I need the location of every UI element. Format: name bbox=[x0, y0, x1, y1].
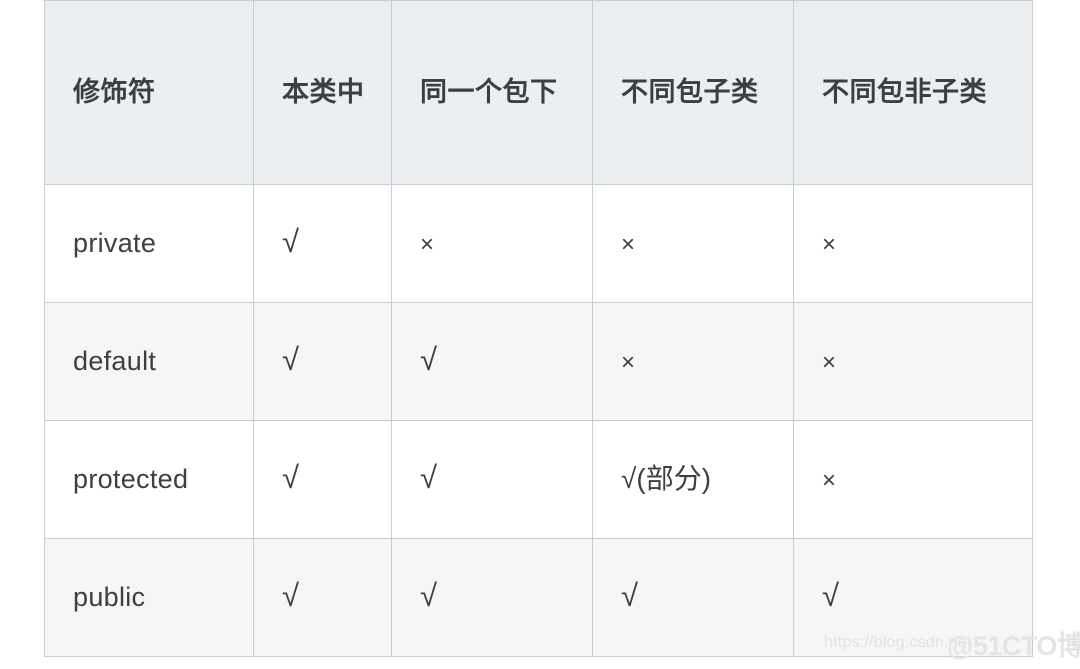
column-header-diff-package-nonsubclass: 不同包非子类 bbox=[793, 0, 1033, 185]
cell-protected-diff-package-subclass: √(部分) bbox=[592, 420, 794, 539]
cell-modifier-default: default bbox=[44, 302, 254, 421]
column-header-diff-package-nonsubclass-label: 不同包非子类 bbox=[822, 76, 987, 107]
table-header-row: 修饰符 本类中 同一个包下 不同包子类 不同包非子类 bbox=[44, 0, 1033, 185]
cell-public-diff-package-nonsubclass: √ bbox=[793, 538, 1033, 657]
table-row: protected √ √ √(部分) × bbox=[44, 420, 1033, 539]
cell-default-same-class: √ bbox=[253, 302, 392, 421]
check-mark-icon: √ bbox=[420, 341, 438, 377]
check-mark-icon: √ bbox=[282, 459, 300, 495]
column-header-same-class-label: 本类中 bbox=[282, 76, 365, 107]
column-header-diff-package-subclass-label: 不同包子类 bbox=[621, 76, 759, 107]
cross-mark-icon: × bbox=[822, 348, 837, 376]
cross-mark-icon: × bbox=[621, 230, 636, 258]
check-mark-icon: √ bbox=[282, 341, 300, 377]
cell-public-same-package: √ bbox=[391, 538, 593, 657]
check-mark-icon: √ bbox=[621, 577, 639, 613]
cell-protected-same-package: √ bbox=[391, 420, 593, 539]
column-header-same-package-label: 同一个包下 bbox=[420, 76, 558, 107]
column-header-modifier: 修饰符 bbox=[44, 0, 254, 185]
column-header-modifier-label: 修饰符 bbox=[73, 76, 156, 107]
cross-mark-icon: × bbox=[822, 230, 837, 258]
table-header: 修饰符 本类中 同一个包下 不同包子类 不同包非子类 bbox=[44, 0, 1033, 185]
cell-default-same-package: √ bbox=[391, 302, 593, 421]
cell-modifier-public: public bbox=[44, 538, 254, 657]
page-root: 修饰符 本类中 同一个包下 不同包子类 不同包非子类 private √ × ×… bbox=[0, 0, 1080, 669]
cell-private-same-package: × bbox=[391, 184, 593, 303]
cell-private-same-class: √ bbox=[253, 184, 392, 303]
access-modifier-table: 修饰符 本类中 同一个包下 不同包子类 不同包非子类 private √ × ×… bbox=[44, 0, 1033, 657]
cell-private-diff-package-nonsubclass: × bbox=[793, 184, 1033, 303]
column-header-diff-package-subclass: 不同包子类 bbox=[592, 0, 794, 185]
cell-modifier-private: private bbox=[44, 184, 254, 303]
table-row: public √ √ √ √ bbox=[44, 538, 1033, 657]
cell-public-diff-package-subclass: √ bbox=[592, 538, 794, 657]
column-header-same-package: 同一个包下 bbox=[391, 0, 593, 185]
cell-protected-same-class: √ bbox=[253, 420, 392, 539]
check-mark-icon: √ bbox=[282, 577, 300, 613]
check-mark-icon: √ bbox=[420, 459, 438, 495]
cell-modifier-protected: protected bbox=[44, 420, 254, 539]
check-mark-icon: √ bbox=[282, 223, 300, 259]
table-row: private √ × × × bbox=[44, 184, 1033, 303]
check-mark-icon: √ bbox=[420, 577, 438, 613]
table-body: private √ × × × default √ √ × × protecte… bbox=[44, 184, 1033, 657]
cross-mark-icon: × bbox=[822, 466, 837, 494]
cell-private-diff-package-subclass: × bbox=[592, 184, 794, 303]
check-mark-partial-icon: √(部分) bbox=[621, 462, 712, 494]
cell-default-diff-package-nonsubclass: × bbox=[793, 302, 1033, 421]
cell-protected-diff-package-nonsubclass: × bbox=[793, 420, 1033, 539]
cell-default-diff-package-subclass: × bbox=[592, 302, 794, 421]
cross-mark-icon: × bbox=[420, 230, 435, 258]
cross-mark-icon: × bbox=[621, 348, 636, 376]
column-header-same-class: 本类中 bbox=[253, 0, 392, 185]
table-row: default √ √ × × bbox=[44, 302, 1033, 421]
cell-public-same-class: √ bbox=[253, 538, 392, 657]
access-modifier-table-container: 修饰符 本类中 同一个包下 不同包子类 不同包非子类 private √ × ×… bbox=[44, 0, 1033, 657]
check-mark-icon: √ bbox=[822, 577, 840, 613]
